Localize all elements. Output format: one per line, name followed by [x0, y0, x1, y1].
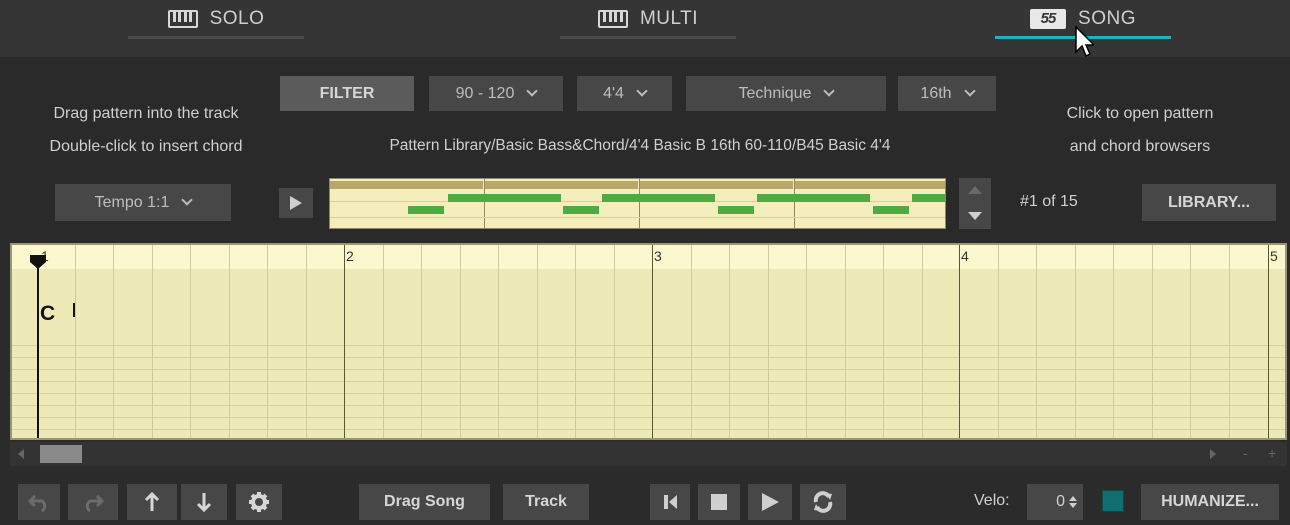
scroll-thumb[interactable] — [40, 445, 82, 463]
loop-icon — [813, 491, 833, 513]
arrow-up-icon — [144, 492, 160, 511]
tab-bar: SOLO MULTI 55 SONG — [0, 0, 1290, 58]
chevron-down-icon — [526, 85, 539, 97]
song-track[interactable]: 1 2 3 4 5 C — [10, 243, 1287, 440]
pattern-play-button[interactable] — [279, 188, 313, 218]
track-ruler[interactable] — [12, 245, 1285, 269]
pattern-counter: #1 of 15 — [1020, 193, 1078, 210]
hint-left: Drag pattern into the track Double-click… — [49, 105, 243, 155]
pattern-spinner[interactable] — [959, 178, 991, 229]
bar-number: 5 — [1270, 248, 1278, 264]
tab-multi[interactable]: MULTI — [560, 0, 736, 47]
bar-number: 2 — [346, 248, 354, 264]
bar-number: 4 — [961, 248, 969, 264]
settings-button[interactable] — [236, 484, 282, 520]
chevron-down-icon — [636, 85, 648, 97]
chevron-down-icon — [181, 194, 194, 206]
move-down-button[interactable] — [181, 484, 227, 520]
undo-icon — [28, 494, 47, 512]
play-icon — [290, 196, 302, 210]
playhead[interactable] — [37, 255, 39, 438]
zoom-in-button[interactable]: + — [1268, 445, 1276, 461]
arrow-down-icon — [196, 493, 212, 512]
arrow-down-icon[interactable] — [968, 212, 982, 220]
tab-solo[interactable]: SOLO — [128, 0, 304, 47]
color-swatch[interactable] — [1102, 490, 1124, 512]
resolution-dropdown[interactable]: 16th — [898, 76, 996, 111]
tab-solo-label: SOLO — [209, 7, 265, 29]
humanize-button[interactable]: HUMANIZE... — [1141, 484, 1279, 520]
track-button[interactable]: Track — [503, 484, 589, 520]
tab-multi-label: MULTI — [639, 7, 699, 29]
stop-button[interactable] — [698, 484, 740, 520]
stop-icon — [711, 494, 727, 510]
library-button[interactable]: LIBRARY... — [1142, 184, 1276, 221]
move-up-button[interactable] — [127, 484, 177, 520]
redo-button[interactable] — [68, 484, 118, 520]
go-to-start-button[interactable] — [650, 484, 690, 520]
undo-button[interactable] — [18, 484, 60, 520]
play-button[interactable] — [748, 484, 792, 520]
play-icon — [762, 493, 779, 511]
gear-icon — [249, 492, 269, 512]
chevron-down-icon — [823, 85, 836, 97]
tempo-select[interactable]: Tempo 1:1 — [55, 184, 231, 221]
rewind-icon — [664, 495, 677, 509]
redo-icon — [85, 494, 104, 512]
stepper-arrows-icon[interactable] — [1069, 496, 1077, 508]
chord-label[interactable]: C — [40, 302, 55, 326]
velocity-stepper[interactable]: 0 — [1027, 484, 1083, 520]
chord-end-marker[interactable] — [73, 303, 75, 317]
keyboard-icon — [597, 9, 628, 28]
scroll-right-icon[interactable] — [1210, 449, 1216, 459]
zoom-out-button[interactable]: - — [1243, 445, 1248, 461]
velocity-label: Velo: — [974, 492, 1010, 509]
velocity-value: 0 — [1056, 493, 1065, 510]
technique-dropdown[interactable]: Technique — [686, 76, 886, 111]
chevron-down-icon — [963, 85, 976, 97]
filter-button[interactable]: FILTER — [280, 76, 414, 111]
drag-song-button[interactable]: Drag Song — [359, 484, 490, 520]
tempo-range-dropdown[interactable]: 90 - 120 — [429, 76, 563, 111]
logo-55-icon: 55 — [1030, 8, 1067, 29]
loop-button[interactable] — [800, 484, 846, 520]
scroll-left-icon[interactable] — [18, 449, 24, 459]
bar-number: 3 — [654, 248, 662, 264]
hint-right: Click to open pattern and chord browsers — [1066, 105, 1214, 155]
mouse-cursor-icon — [1075, 26, 1094, 58]
pattern-path: Pattern Library/Basic Bass&Chord/4'4 Bas… — [389, 137, 891, 154]
time-signature-dropdown[interactable]: 4'4 — [577, 76, 672, 111]
arrow-up-icon[interactable] — [968, 186, 982, 194]
pattern-preview[interactable] — [329, 178, 946, 229]
horizontal-scrollbar[interactable]: - + — [10, 442, 1287, 466]
keyboard-icon — [167, 9, 198, 28]
